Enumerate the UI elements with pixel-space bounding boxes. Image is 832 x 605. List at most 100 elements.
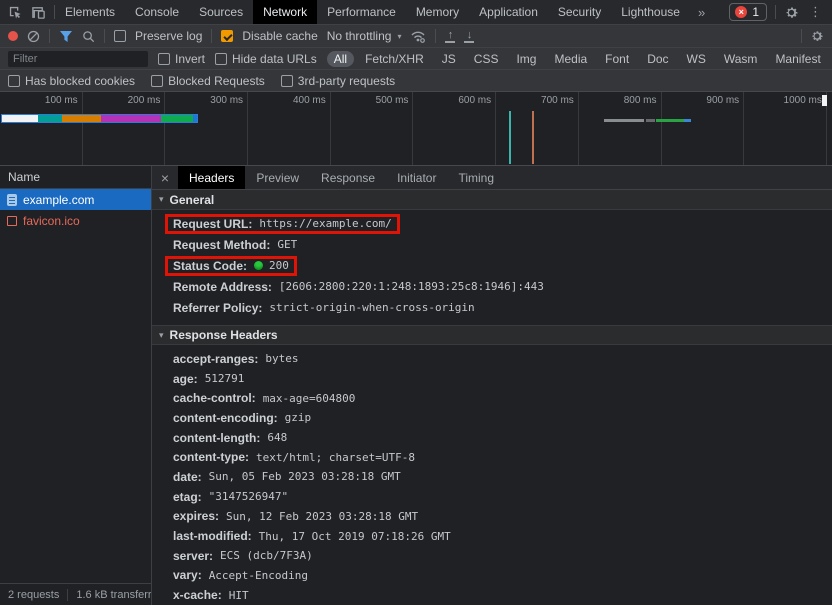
header-value: 512791	[205, 372, 245, 385]
triangle-down-icon: ▾	[159, 330, 164, 341]
device-toolbar-icon[interactable]	[31, 5, 46, 20]
overview-request-bar	[1, 114, 198, 123]
preserve-log-checkbox[interactable]	[114, 30, 126, 42]
resource-type-chip[interactable]: Wasm	[717, 51, 765, 67]
resource-type-chip[interactable]: Fetch/XHR	[358, 51, 431, 67]
header-value: text/html; charset=UTF-8	[256, 451, 415, 464]
filter-funnel-icon[interactable]	[59, 30, 73, 43]
triangle-down-icon: ▾	[159, 194, 164, 205]
network-conditions-icon[interactable]	[410, 30, 426, 43]
response-headers-section-header[interactable]: ▾ Response Headers	[152, 325, 832, 345]
request-row[interactable]: favicon.ico	[0, 210, 151, 231]
header-row: content-type: text/html; charset=UTF-8	[173, 447, 832, 467]
header-name: x-cache:	[173, 588, 222, 602]
resource-type-chip[interactable]: Manifest	[768, 51, 827, 67]
header-row: Remote Address: [2606:2800:220:1:248:189…	[173, 276, 832, 297]
general-section-header[interactable]: ▾ General	[152, 190, 832, 210]
network-overview-timeline[interactable]: 100 ms 200 ms 300 ms 400 ms 500 ms 600 m…	[0, 92, 832, 166]
request-row[interactable]: example.com	[0, 189, 151, 210]
divider	[104, 29, 105, 43]
third-party-requests-checkbox[interactable]	[281, 75, 293, 87]
header-name: etag:	[173, 490, 202, 504]
throttling-dropdown[interactable]: No throttling ▾	[327, 29, 402, 43]
header-value: ECS (dcb/7F3A)	[220, 549, 313, 562]
detail-tab[interactable]: Preview	[245, 166, 310, 189]
timeline-tick: 400 ms	[248, 92, 331, 165]
favicon-waterfall-ttfb	[656, 119, 684, 122]
header-row-content: Request Method: GET	[167, 238, 303, 252]
main-tab[interactable]: Sources	[189, 0, 253, 24]
detail-tab[interactable]: Headers	[178, 166, 245, 189]
main-tab[interactable]: Console	[125, 0, 189, 24]
request-name: example.com	[23, 193, 94, 207]
close-icon[interactable]: ×	[152, 166, 178, 189]
timeline-tick: 300 ms	[165, 92, 248, 165]
has-blocked-cookies-label: Has blocked cookies	[25, 74, 135, 88]
blocked-requests-label: Blocked Requests	[168, 74, 265, 88]
header-row-content: Referrer Policy: strict-origin-when-cros…	[167, 301, 481, 315]
kebab-menu-icon[interactable]: ⋮	[807, 4, 824, 20]
header-name: server:	[173, 549, 213, 563]
detail-tab[interactable]: Initiator	[386, 166, 447, 189]
timeline-tick: 900 ms	[662, 92, 745, 165]
header-name: content-type:	[173, 450, 249, 464]
header-row: content-length: 648	[173, 428, 832, 448]
settings-gear-icon[interactable]	[784, 5, 799, 20]
network-toolbar: Preserve log Disable cache No throttling…	[0, 25, 832, 48]
resource-type-chip[interactable]: Media	[547, 51, 594, 67]
header-name: date:	[173, 470, 202, 484]
load-event-marker	[532, 111, 534, 164]
resource-type-chip[interactable]: Img	[509, 51, 543, 67]
header-name: cache-control:	[173, 391, 256, 405]
resource-type-chip[interactable]: All	[327, 51, 354, 67]
main-tab[interactable]: Performance	[317, 0, 406, 24]
header-row: Referrer Policy: strict-origin-when-cros…	[173, 297, 832, 318]
filter-bar: Invert Hide data URLs All Fetch/XHR JS C…	[0, 48, 832, 70]
timeline-tick: 600 ms	[413, 92, 496, 165]
resource-type-chip[interactable]: Doc	[640, 51, 675, 67]
header-value: Accept-Encoding	[209, 569, 308, 582]
header-name: Remote Address:	[173, 280, 272, 294]
export-har-icon[interactable]: ↓	[464, 30, 474, 43]
hide-data-urls-label: Hide data URLs	[232, 52, 317, 66]
header-value: Sun, 12 Feb 2023 03:28:18 GMT	[226, 510, 418, 523]
import-har-icon[interactable]: ↑	[445, 30, 455, 43]
main-tab[interactable]: Security	[548, 0, 611, 24]
network-settings-gear-icon[interactable]	[810, 29, 824, 43]
invert-checkbox[interactable]	[158, 53, 170, 65]
headers-content: ▾ General Request URL: https://example.c…	[152, 190, 832, 605]
hide-data-urls-checkbox[interactable]	[215, 53, 227, 65]
clear-log-icon[interactable]	[27, 30, 40, 43]
header-value: HIT	[229, 589, 249, 602]
more-tabs-chevron-icon[interactable]: »	[690, 0, 713, 24]
search-icon[interactable]	[82, 30, 95, 43]
has-blocked-cookies-checkbox[interactable]	[8, 75, 20, 87]
main-tab[interactable]: Lighthouse	[611, 0, 690, 24]
main-tab[interactable]: Application	[469, 0, 548, 24]
main-tab[interactable]: Network	[253, 0, 317, 24]
filter-input[interactable]	[8, 51, 148, 67]
divider	[775, 5, 776, 19]
resource-type-chip[interactable]: CSS	[467, 51, 506, 67]
header-row-content: Remote Address: [2606:2800:220:1:248:189…	[167, 280, 550, 294]
header-row: Request Method: GET	[173, 234, 832, 255]
disable-cache-checkbox[interactable]	[221, 30, 233, 42]
main-tab[interactable]: Memory	[406, 0, 469, 24]
record-button[interactable]	[8, 31, 18, 41]
overview-scroll-handle[interactable]	[822, 95, 827, 106]
resource-type-chip[interactable]: WS	[680, 51, 713, 67]
detail-tab[interactable]: Response	[310, 166, 386, 189]
name-column-header[interactable]: Name	[0, 166, 151, 189]
main-tab[interactable]: Elements	[55, 0, 125, 24]
header-row: Status Code: 200	[173, 255, 832, 276]
error-count-badge[interactable]: × 1	[729, 3, 767, 21]
resource-type-chip[interactable]: Font	[598, 51, 636, 67]
detail-tab[interactable]: Timing	[447, 166, 505, 189]
divider	[801, 29, 802, 43]
resource-type-chip[interactable]: JS	[435, 51, 463, 67]
header-row-content: Status Code: 200	[165, 256, 297, 276]
inspect-element-icon[interactable]	[8, 5, 23, 20]
blocked-requests-checkbox[interactable]	[151, 75, 163, 87]
header-value: gzip	[285, 411, 312, 424]
response-headers-section-title: Response Headers	[170, 328, 278, 342]
